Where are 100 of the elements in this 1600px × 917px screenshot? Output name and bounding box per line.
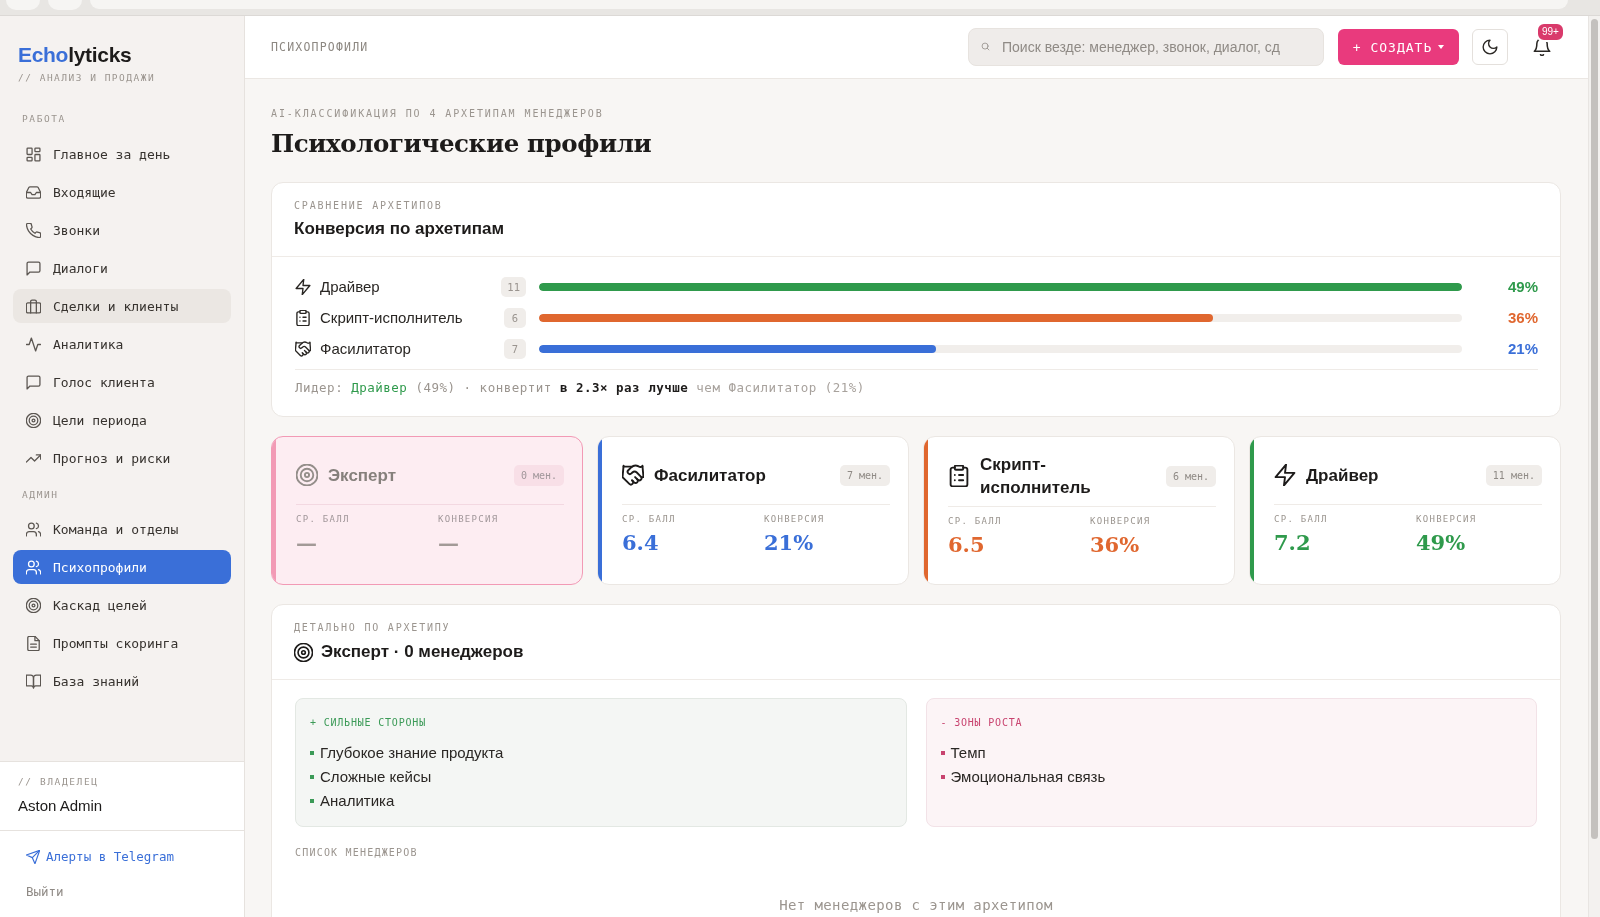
paper-plane-icon <box>26 850 40 864</box>
pulse-line-icon <box>26 336 41 352</box>
nav-item[interactable]: Аналитика <box>13 327 231 361</box>
metric-value: 7.2 <box>1274 529 1311 557</box>
grid-icon <box>26 146 41 162</box>
archetype-name: Драйвер <box>320 278 380 295</box>
square-bullet-icon <box>310 775 314 779</box>
handshake-icon <box>622 464 644 486</box>
metric-value: — <box>438 529 459 557</box>
archetype-card[interactable]: Драйвер 11 мен. СР. БАЛЛ 7.2 КОНВЕРСИЯ 49% <box>1249 436 1561 585</box>
inbox-tray-icon <box>26 184 41 200</box>
manager-count-badge: 6 <box>504 307 526 328</box>
logo-tagline: // АНАЛИЗ И ПРОДАЖИ <box>18 72 156 84</box>
manager-count-badge: 6 мен. <box>1165 465 1216 487</box>
archetype-name: Скрипт-исполнитель <box>320 309 463 326</box>
people-icon <box>26 521 41 537</box>
target-icon <box>26 597 41 613</box>
manager-count-badge: 7 <box>504 338 526 359</box>
nav-item[interactable]: Психопрофили <box>13 550 231 584</box>
nav-item[interactable]: Диалоги <box>13 251 231 285</box>
owner-label: // ВЛАДЕЛЕЦ <box>18 776 99 788</box>
target-icon <box>294 642 313 662</box>
metric-value: 6.4 <box>622 529 659 557</box>
nav-item[interactable]: Цели периода <box>13 403 231 437</box>
create-button[interactable]: + СОЗДАТЬ <box>1338 29 1459 65</box>
list-item-text: Эмоциональная связь <box>950 767 1106 787</box>
breadcrumb: ПСИХОПРОФИЛИ <box>271 40 369 54</box>
nav-item[interactable]: Прогноз и риски <box>13 441 231 475</box>
card-title: Конверсия по архетипам <box>294 218 504 240</box>
notification-count-badge: 99+ <box>1536 22 1565 42</box>
metric-label: СР. БАЛЛ <box>296 513 350 525</box>
metric-value: 49% <box>1416 529 1466 557</box>
clipboard-icon <box>948 465 970 487</box>
bell-icon <box>1533 38 1551 56</box>
metric-label: СР. БАЛЛ <box>1274 513 1328 525</box>
nav-item[interactable]: Главное за день <box>13 137 231 171</box>
chat-bubble-icon <box>26 260 41 276</box>
list-item-text: Темп <box>950 743 986 763</box>
lightning-icon <box>295 278 311 295</box>
clipboard-icon <box>295 309 311 326</box>
moon-icon <box>1482 39 1498 55</box>
nav-item[interactable]: Промпты скоринга <box>13 626 231 660</box>
metric-value: 36% <box>1090 531 1140 559</box>
metric-value: — <box>296 529 317 557</box>
square-bullet-icon <box>940 775 945 779</box>
manager-count-badge: 7 мен. <box>839 464 890 486</box>
lightning-icon <box>1274 464 1296 486</box>
theme-toggle-button[interactable] <box>1472 29 1508 65</box>
leader-summary-text: Лидер: Драйвер (49%) · конвертит в 2.3× раз лучше чем Фасилитатор (21%) <box>295 369 1538 416</box>
archetype-title: Драйвер <box>1306 464 1379 487</box>
archetype-card[interactable]: Фасилитатор 7 мен. СР. БАЛЛ 6.4 КОНВЕРСИЯ 21% <box>597 436 909 585</box>
manager-count-badge: 11 мен. <box>1485 464 1542 486</box>
list-item-text: Глубокое знание продукта <box>320 743 504 763</box>
card-eyebrow: СРАВНЕНИЕ АРХЕТИПОВ <box>294 200 443 212</box>
metric-value: 21% <box>764 529 814 557</box>
nav-item[interactable]: Голос клиента <box>13 365 231 399</box>
conversion-percent: 49% <box>1506 278 1538 295</box>
archetype-card[interactable]: Скрипт-исполнитель 6 мен. СР. БАЛЛ 6.5 КОНВЕРСИЯ 36% <box>923 436 1235 585</box>
nav-item[interactable]: Звонки <box>13 213 231 247</box>
nav-item[interactable]: Каскад целей <box>13 588 231 622</box>
logo-wordmark: Echolyticks <box>18 42 132 68</box>
archetype-title: Эксперт <box>328 464 397 487</box>
manager-count-badge: 0 мен. <box>513 464 564 486</box>
empty-state-text: Нет менеджеров с этим архетипом <box>779 897 1053 915</box>
metric-label: СР. БАЛЛ <box>948 515 1002 527</box>
nav-item[interactable]: Входящие <box>13 175 231 209</box>
document-icon <box>26 635 41 651</box>
list-item-text: Сложные кейсы <box>320 767 432 787</box>
page-title: Психологические профили <box>271 128 652 160</box>
target-icon <box>296 464 318 486</box>
caret-icon <box>1438 45 1445 49</box>
telegram-alerts-link[interactable]: Алерты в Telegram <box>26 848 174 866</box>
phone-icon <box>26 222 41 238</box>
metric-label: КОНВЕРСИЯ <box>438 513 499 525</box>
metric-value: 6.5 <box>948 531 985 559</box>
owner-name: Aston Admin <box>18 796 103 816</box>
square-bullet-icon <box>310 799 314 803</box>
archetype-title: Скрипт-исполнитель <box>980 454 1092 499</box>
open-book-icon <box>26 673 41 689</box>
archetype-name: Фасилитатор <box>320 340 411 357</box>
nav-item[interactable]: Сделки и клиенты <box>13 289 231 323</box>
panel-title: - ЗОНЫ РОСТА <box>940 717 1023 729</box>
section-label: СПИСОК МЕНЕДЖЕРОВ <box>295 847 418 859</box>
scrollbar[interactable] <box>1588 16 1600 917</box>
archetype-title: Фасилитатор <box>654 464 766 487</box>
panel-title: + СИЛЬНЫЕ СТОРОНЫ <box>310 717 426 729</box>
handshake-icon <box>295 340 311 357</box>
nav-item[interactable]: Команда и отделы <box>13 512 231 546</box>
metric-label: СР. БАЛЛ <box>622 513 676 525</box>
metric-label: КОНВЕРСИЯ <box>764 513 825 525</box>
search-field[interactable]: Поиск везде: менеджер, звонок, диалог, сд <box>968 28 1324 66</box>
list-item-text: Аналитика <box>320 791 395 811</box>
briefcase-icon <box>26 298 41 314</box>
card-eyebrow: ДЕТАЛЬНО ПО АРХЕТИПУ <box>294 622 451 634</box>
metric-label: КОНВЕРСИЯ <box>1416 513 1477 525</box>
metric-label: КОНВЕРСИЯ <box>1090 515 1151 527</box>
conversion-percent: 36% <box>1506 309 1538 326</box>
chat-bubble-icon <box>26 374 41 390</box>
manager-count-badge: 11 <box>501 276 526 297</box>
nav-item[interactable]: База знаний <box>13 664 231 698</box>
